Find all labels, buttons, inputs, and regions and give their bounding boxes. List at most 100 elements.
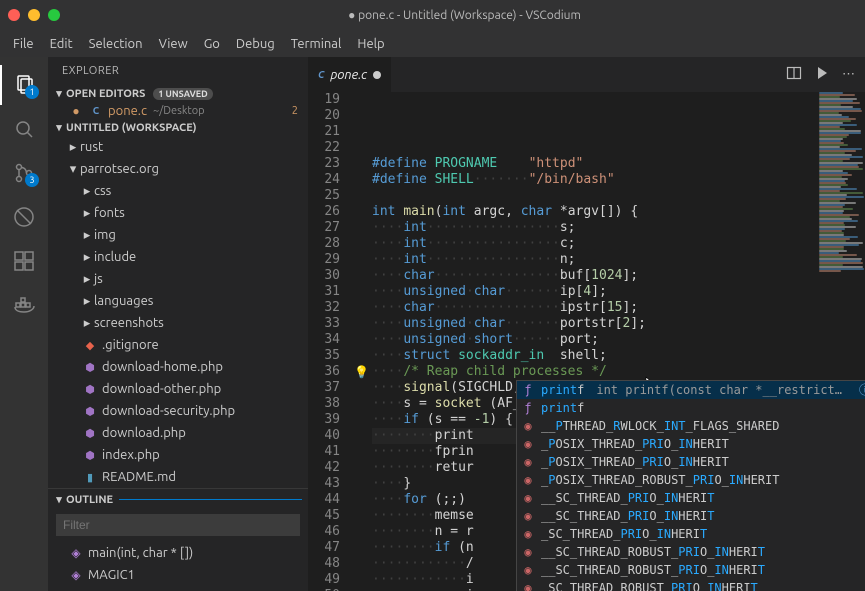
suggest-item[interactable]: ◉_POSIX_THREAD_PRIO_INHERIT: [517, 435, 865, 453]
chevron-right-icon: ▸: [82, 250, 92, 265]
activity-search[interactable]: [0, 109, 48, 149]
suggest-item[interactable]: ◉_SC_THREAD_PRIO_INHERIT: [517, 525, 865, 543]
more-icon[interactable]: ⋯: [842, 67, 855, 82]
tree-folder[interactable]: ▸css: [48, 180, 308, 202]
explorer-badge: 1: [25, 85, 39, 99]
outline-label: OUTLINE: [66, 494, 113, 506]
activity-explorer[interactable]: 1: [0, 65, 48, 105]
suggest-label: __SC_THREAD_PRIO_INHERIT: [541, 508, 714, 524]
php-file-icon: ⬢: [82, 405, 98, 418]
tree-file[interactable]: ⬢index.php: [48, 444, 308, 466]
tree-folder[interactable]: ▸js: [48, 268, 308, 290]
tree-folder[interactable]: ▸img: [48, 224, 308, 246]
tree-folder-rust[interactable]: ▸ rust: [48, 136, 308, 158]
code-line[interactable]: ····int·················c;: [372, 236, 815, 252]
activity-debug[interactable]: [0, 197, 48, 237]
suggest-item[interactable]: ƒprintf: [517, 399, 865, 417]
tree-file[interactable]: ▮README.md: [48, 466, 308, 488]
outline-item[interactable]: ◈main(int, char * []): [48, 542, 308, 564]
window-title: ● pone.c - Untitled (Workspace) - VSCodi…: [72, 8, 857, 22]
suggest-item[interactable]: ƒprintfint printf(const char *__restrict…: [517, 381, 865, 399]
code-editor[interactable]: 1920212223242526272829303132333435363738…: [308, 92, 865, 591]
suggest-item[interactable]: ◉ __SC_THREAD_PRIO_INHERIT: [517, 489, 865, 507]
suggest-item[interactable]: ◉_POSIX_THREAD_ROBUST_PRIO_INHERIT: [517, 471, 865, 489]
tree-file[interactable]: ⬢download-security.php: [48, 400, 308, 422]
tree-folder[interactable]: ▸screenshots: [48, 312, 308, 334]
code-line[interactable]: #define PROGNAME "httpd": [372, 156, 815, 172]
tree-file[interactable]: ⬢download-other.php: [48, 378, 308, 400]
outline-label: MAGIC1: [88, 568, 135, 582]
open-editor-item[interactable]: ● C pone.c ~/Desktop 2: [48, 102, 308, 119]
suggest-item[interactable]: ◉_POSIX_THREAD_PRIO_INHERIT: [517, 453, 865, 471]
suggest-label: __SC_THREAD_ROBUST_PRIO_INHERIT: [541, 544, 765, 560]
chevron-right-icon: ▸: [82, 294, 92, 309]
menu-help[interactable]: Help: [350, 34, 391, 54]
activity-extensions[interactable]: [0, 241, 48, 281]
suggest-item[interactable]: ◉__SC_THREAD_PRIO_INHERIT: [517, 507, 865, 525]
suggest-item[interactable]: ◉__SC_THREAD_ROBUST_PRIO_INHERIT: [517, 543, 865, 561]
menu-debug[interactable]: Debug: [229, 34, 282, 54]
file-label: index.php: [102, 448, 160, 462]
symbol-icon: ◈: [68, 546, 84, 560]
close-window[interactable]: [8, 9, 20, 21]
tab-bar: C pone.c ⋯: [308, 57, 865, 92]
code-line[interactable]: ····int·················s;: [372, 220, 815, 236]
tree-file[interactable]: ◆.gitignore: [48, 334, 308, 356]
info-icon[interactable]: ⓘ: [859, 382, 865, 398]
outline-item[interactable]: ◈MAGIC1: [48, 564, 308, 586]
code-line[interactable]: ····unsigned·char·······portstr[2];: [372, 316, 815, 332]
suggest-kind-icon: ◉: [521, 490, 535, 506]
tree-folder-parrot[interactable]: ▾ parrotsec.org: [48, 158, 308, 180]
folder-label: img: [94, 228, 116, 242]
dirty-indicator-icon: [373, 71, 381, 79]
tree-folder[interactable]: ▸languages: [48, 290, 308, 312]
unsaved-badge: 1 UNSAVED: [153, 88, 212, 100]
code-line[interactable]: ····int·················n;: [372, 252, 815, 268]
split-editor-icon[interactable]: [786, 65, 802, 84]
suggest-item[interactable]: ◉_SC_THREAD_ROBUST_PRIO_INHERIT: [517, 579, 865, 591]
suggest-item[interactable]: ◉__SC_THREAD_ROBUST_PRIO_INHERIT: [517, 561, 865, 579]
workspace-header[interactable]: ▾ UNTITLED (WORKSPACE): [48, 119, 308, 136]
activity-docker[interactable]: [0, 285, 48, 325]
code-line[interactable]: ····unsigned·char·······ip[4];: [372, 284, 815, 300]
suggest-label: __SC_THREAD_PRIO_INHERIT: [541, 490, 714, 506]
outline-header[interactable]: ▾ OUTLINE: [48, 488, 308, 508]
tree-folder[interactable]: ▸fonts: [48, 202, 308, 224]
open-editors-header[interactable]: ▾ OPEN EDITORS 1 UNSAVED: [48, 85, 308, 102]
activity-scm[interactable]: 3: [0, 153, 48, 193]
tree-folder[interactable]: ▸include: [48, 246, 308, 268]
menu-edit[interactable]: Edit: [43, 34, 80, 54]
suggest-label: printf: [541, 382, 584, 398]
titlebar: ● pone.c - Untitled (Workspace) - VSCodi…: [0, 0, 865, 30]
zoom-window[interactable]: [48, 9, 60, 21]
menu-view[interactable]: View: [152, 34, 195, 54]
php-file-icon: ⬢: [82, 427, 98, 440]
chevron-right-icon: ▸: [68, 140, 78, 155]
tab-pone-c[interactable]: C pone.c: [308, 57, 392, 92]
chevron-right-icon: ▸: [82, 184, 92, 199]
file-label: download.php: [102, 426, 186, 440]
code-line[interactable]: ····unsigned·short······port;: [372, 332, 815, 348]
run-icon[interactable]: [814, 65, 830, 84]
tree-file[interactable]: ⬢ download.php: [48, 422, 308, 444]
code-line[interactable]: ····char················buf[1024];: [372, 268, 815, 284]
file-label: README.md: [102, 470, 176, 484]
c-file-icon: C: [318, 69, 324, 80]
suggest-widget[interactable]: ƒprintfint printf(const char *__restrict…: [516, 380, 865, 591]
suggest-item[interactable]: ◉__PTHREAD_RWLOCK_INT_FLAGS_SHARED: [517, 417, 865, 435]
code-body[interactable]: ƒprintfint printf(const char *__restrict…: [372, 92, 815, 591]
menu-terminal[interactable]: Terminal: [284, 34, 349, 54]
code-line[interactable]: #define SHELL·······"/bin/bash": [372, 172, 815, 188]
tree-file[interactable]: ⬢download-home.php: [48, 356, 308, 378]
menu-file[interactable]: File: [6, 34, 41, 54]
code-line[interactable]: ····char················ipstr[15];: [372, 300, 815, 316]
suggest-kind-icon: ◉: [521, 454, 535, 470]
tab-label: pone.c: [330, 68, 367, 82]
menu-selection[interactable]: Selection: [82, 34, 150, 54]
outline-filter-input[interactable]: [56, 514, 300, 536]
minimize-window[interactable]: [28, 9, 40, 21]
code-line[interactable]: int main(int argc, char *argv[]) {: [372, 204, 815, 220]
code-line[interactable]: [372, 188, 815, 204]
lightbulb-icon[interactable]: 💡: [354, 364, 372, 380]
menu-go[interactable]: Go: [197, 34, 227, 54]
